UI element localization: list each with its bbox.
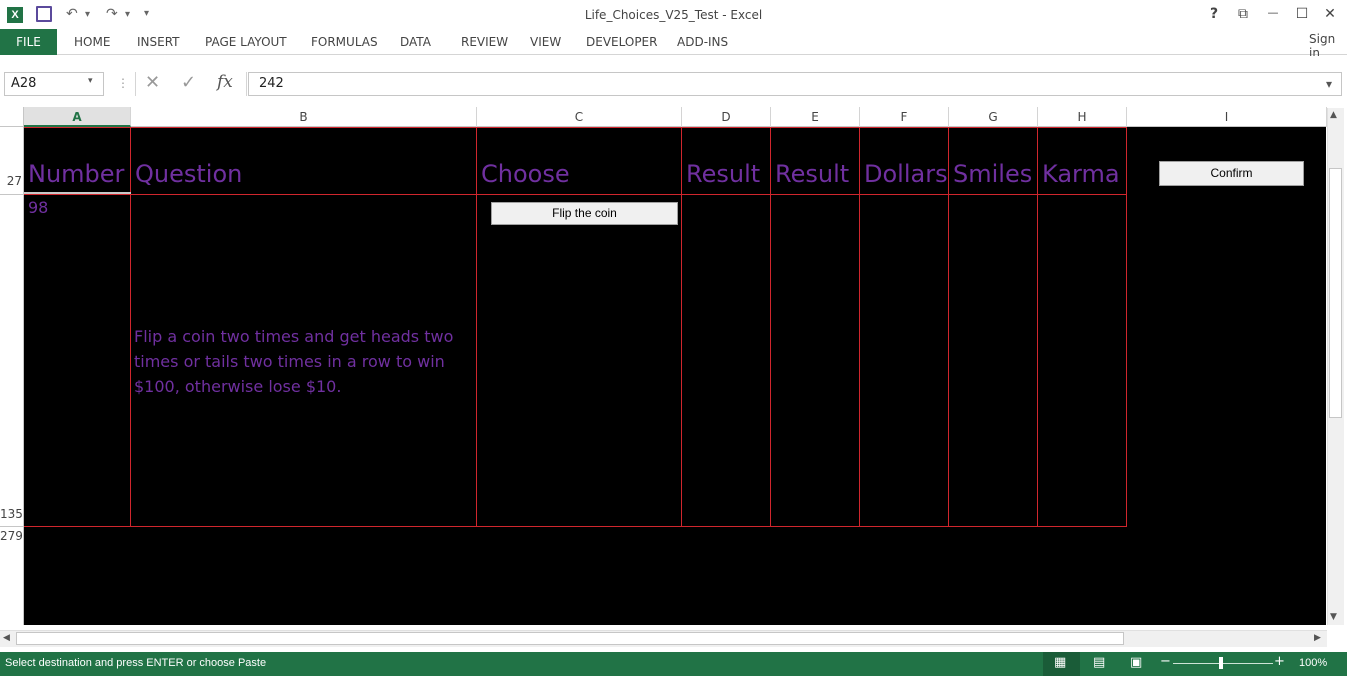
zoom-slider[interactable] <box>1173 663 1273 664</box>
header-smiles[interactable]: Smiles <box>953 160 1032 188</box>
zoom-level[interactable]: 100% <box>1299 657 1327 669</box>
window-title: Life_Choices_V25_Test - Excel <box>584 8 763 22</box>
header-karma[interactable]: Karma <box>1042 160 1120 188</box>
normal-view-icon[interactable]: ▦ <box>1054 655 1066 670</box>
row-header-279[interactable]: 279 <box>0 529 23 543</box>
page-layout-view-icon[interactable]: ▤ <box>1093 655 1105 670</box>
column-header-a[interactable]: A <box>24 107 131 127</box>
cell-border <box>948 127 949 527</box>
header-number[interactable]: Number <box>28 160 124 188</box>
tab-insert[interactable]: INSERT <box>137 35 180 49</box>
zoom-in-button[interactable]: + <box>1274 654 1285 669</box>
cell-border <box>770 127 771 527</box>
column-header-g[interactable]: G <box>949 107 1038 127</box>
cell-border <box>1126 127 1127 527</box>
formula-bar-grip-icon[interactable]: ⋮ <box>117 76 129 90</box>
page-break-preview-icon[interactable]: ▣ <box>1130 655 1142 670</box>
cell-border <box>476 127 477 527</box>
column-header-i[interactable]: I <box>1127 107 1327 127</box>
row-header-27[interactable]: 27 <box>0 174 22 188</box>
tab-developer[interactable]: DEVELOPER <box>586 35 657 49</box>
close-button[interactable]: ✕ <box>1320 6 1340 22</box>
zoom-slider-handle[interactable] <box>1219 657 1223 669</box>
select-all-corner[interactable] <box>0 107 24 127</box>
column-header-h[interactable]: H <box>1038 107 1127 127</box>
tab-review[interactable]: REVIEW <box>461 35 508 49</box>
horizontal-scroll-thumb[interactable] <box>16 632 1124 645</box>
header-choose[interactable]: Choose <box>481 160 570 188</box>
zoom-out-button[interactable]: − <box>1160 654 1171 669</box>
header-result[interactable]: Result <box>686 160 760 188</box>
vertical-scroll-thumb[interactable] <box>1329 168 1342 418</box>
cancel-entry-icon[interactable]: ✕ <box>145 72 160 93</box>
minimize-button[interactable]: — <box>1263 6 1283 19</box>
help-button[interactable]: ? <box>1204 6 1224 22</box>
column-header-b[interactable]: B <box>131 107 477 127</box>
tab-view[interactable]: VIEW <box>530 35 561 49</box>
ribbon-display-options-icon[interactable]: ⧉ <box>1233 6 1253 22</box>
active-cell-indicator <box>24 192 131 194</box>
name-box-dropdown-icon[interactable]: ▾ <box>88 76 93 86</box>
cell-border <box>24 194 1127 195</box>
row-header-135[interactable]: 135 <box>0 507 23 521</box>
column-header-f[interactable]: F <box>860 107 949 127</box>
scroll-left-icon[interactable]: ◀ <box>3 633 10 643</box>
cell-border <box>24 127 1127 128</box>
column-header-d[interactable]: D <box>682 107 771 127</box>
scroll-up-icon[interactable]: ▲ <box>1330 110 1337 120</box>
header-question[interactable]: Question <box>135 160 242 188</box>
flip-the-coin-button[interactable]: Flip the coin <box>491 202 678 225</box>
tab-add-ins[interactable]: ADD-INS <box>677 35 728 49</box>
cell-border <box>24 526 1127 527</box>
row-header-bar <box>0 127 24 625</box>
question-number-cell[interactable]: 98 <box>28 198 48 217</box>
tab-formulas[interactable]: FORMULAS <box>311 35 378 49</box>
tab-page-layout[interactable]: PAGE LAYOUT <box>205 35 287 49</box>
confirm-entry-icon[interactable]: ✓ <box>181 72 196 93</box>
scroll-down-icon[interactable]: ▼ <box>1330 612 1337 622</box>
scroll-right-icon[interactable]: ▶ <box>1314 633 1321 643</box>
tab-file[interactable]: FILE <box>0 29 57 55</box>
cell-border <box>859 127 860 527</box>
column-header-c[interactable]: C <box>477 107 682 127</box>
ribbon-tab-bar <box>0 29 1347 55</box>
expand-formula-bar-icon[interactable]: ▾ <box>1326 77 1332 91</box>
tab-data[interactable]: DATA <box>400 35 431 49</box>
formula-input[interactable]: 242 <box>248 72 1342 96</box>
cell-border <box>681 127 682 527</box>
insert-function-icon[interactable]: fx <box>217 72 233 92</box>
tab-home[interactable]: HOME <box>74 35 110 49</box>
cell-border <box>130 127 131 527</box>
row-divider <box>0 526 24 527</box>
question-text-cell[interactable]: Flip a coin two times and get heads two … <box>134 324 474 399</box>
column-header-e[interactable]: E <box>771 107 860 127</box>
cell-border <box>1037 127 1038 527</box>
confirm-button[interactable]: Confirm <box>1159 161 1304 186</box>
maximize-button[interactable]: ☐ <box>1292 6 1312 22</box>
status-message: Select destination and press ENTER or ch… <box>5 657 267 669</box>
header-result-2[interactable]: Result <box>775 160 849 188</box>
header-dollars[interactable]: Dollars <box>864 160 948 188</box>
row-divider <box>0 194 24 195</box>
